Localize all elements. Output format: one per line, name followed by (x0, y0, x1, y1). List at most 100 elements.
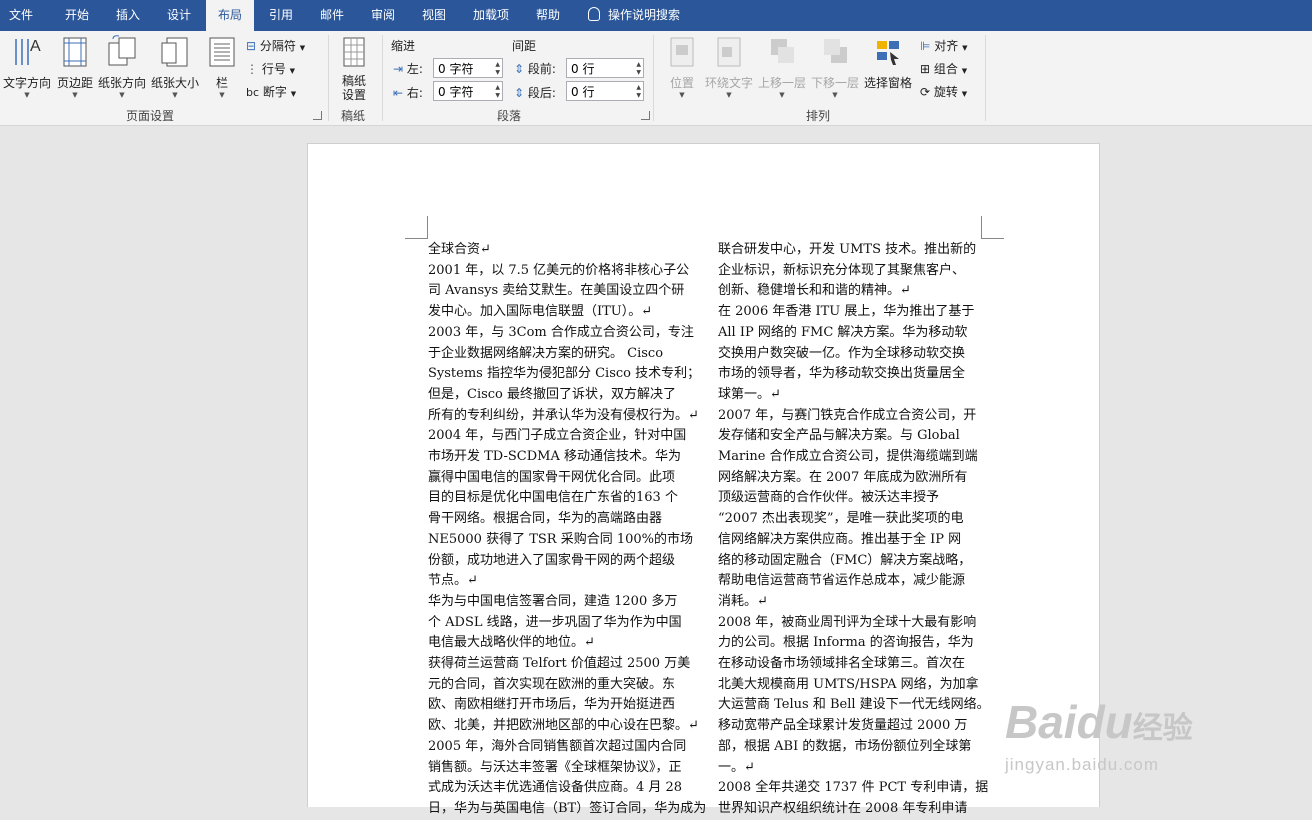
text-line: 2008 年，被商业周刊评为全球十大最有影响 (718, 614, 977, 630)
position-icon (670, 37, 694, 67)
spin-down-icon[interactable]: ▼ (495, 70, 500, 76)
tab-help[interactable]: 帮助 (524, 0, 572, 31)
group-icon: ⊞ (920, 62, 931, 76)
tab-review[interactable]: 审阅 (359, 0, 407, 31)
orientation-button[interactable]: 纸张方向 ▼ (97, 35, 147, 99)
send-backward-icon (824, 39, 847, 63)
spin-up-icon[interactable]: ▲ (636, 62, 641, 68)
text-line: 顶级运营商的合作伙伴。被沃达丰授予 (718, 490, 940, 506)
text-line: Systems 指控华为侵犯部分 Cisco 技术专利； (428, 366, 701, 382)
indent-left-icon: ⇥ (393, 62, 404, 76)
columns-button[interactable]: 栏 ▼ (206, 35, 238, 99)
text-line: 2007 年，与赛门铁克合作成立合资公司，开 (718, 407, 977, 423)
text-line: 部，根据 ABI 的数据，市场份额位列全球第 (718, 738, 972, 754)
wrap-text-button[interactable]: 环绕文字 ▼ (704, 35, 754, 99)
text-line: 销售额。与沃达丰签署《全球框架协议》，正 (428, 759, 682, 775)
paper-size-icon (161, 37, 188, 67)
indent-left-spinner[interactable]: 0 字符 ▲ ▼ (433, 58, 503, 78)
text-line: 份额，成功地进入了国家骨干网的两个超级 (428, 552, 676, 568)
tab-view[interactable]: 视图 (410, 0, 458, 31)
text-line: 全球合资↵ (428, 242, 491, 257)
spacing-after-label: ⇕ 段后: (514, 86, 556, 100)
ribbon-layout: A 文字方向 ▼ 页边距 ▼ 纸张方向 ▼ 纸张大小 ▼ 栏 ▼ ⊟ 分隔符 ▼ ⋮ 行号… (0, 31, 1312, 126)
spacing-title: 间距 (512, 39, 537, 53)
chevron-down-icon: ▼ (779, 91, 785, 99)
send-backward-button[interactable]: 下移一层 ▼ (810, 35, 860, 99)
text-line: 在 2006 年香港 ITU 展上，华为推出了基于 (718, 304, 975, 320)
text-line: “2007 杰出表现奖”，是唯一获此奖项的电 (718, 511, 964, 527)
tab-addins[interactable]: 加载项 (462, 0, 520, 31)
document-page[interactable]: 全球合资↵ 2001 年，以 7.5 亿美元的价格将非核心子公司 Avansys … (307, 143, 1100, 816)
orientation-icon (108, 35, 136, 66)
size-button[interactable]: 纸张大小 ▼ (150, 35, 200, 99)
text-column-left[interactable]: 全球合资↵ 2001 年，以 7.5 亿美元的价格将非核心子公司 Avansys … (428, 240, 706, 820)
text-line: 2004 年，与西门子成立合资企业，针对中国 (428, 428, 687, 444)
tab-design[interactable]: 设计 (155, 0, 203, 31)
text-line: 联合研发中心，开发 UMTS 技术。推出新的 (718, 242, 977, 257)
margins-icon (63, 37, 87, 67)
text-column-right[interactable]: 联合研发中心，开发 UMTS 技术。推出新的 企业标识，新标识充分体现了其聚焦客户… (718, 240, 990, 820)
spin-down-icon[interactable]: ▼ (495, 93, 500, 99)
page-setup-launcher-icon[interactable] (313, 111, 322, 120)
tab-mailings[interactable]: 邮件 (308, 0, 356, 31)
spacing-after-icon: ⇕ (514, 86, 525, 100)
position-button[interactable]: 位置 ▼ (662, 35, 702, 99)
text-direction-button[interactable]: A 文字方向 ▼ (2, 35, 52, 99)
text-line: 球第一。↵ (718, 386, 781, 402)
indent-right-spinner[interactable]: 0 字符 ▲ ▼ (433, 81, 503, 101)
text-line: 赢得中国电信的国家骨干网优化合同。此项 (428, 469, 676, 485)
text-line: 司 Avansys 卖给艾默生。在美国设立四个研 (428, 283, 685, 299)
spacing-after-spinner[interactable]: 0 行 ▲ ▼ (566, 81, 644, 101)
tab-insert[interactable]: 插入 (104, 0, 152, 31)
align-button[interactable]: ⊫ 对齐 ▼ (920, 37, 968, 54)
margins-button[interactable]: 页边距 ▼ (55, 35, 95, 99)
group-label-manuscript: 稿纸 (341, 109, 366, 123)
text-line: 一。↵ (718, 759, 755, 775)
indent-left-label: ⇥ 左: (393, 62, 423, 76)
text-line: 骨干网络。根据合同，华为的高端路由器 (428, 511, 663, 527)
spin-down-icon[interactable]: ▼ (636, 93, 641, 99)
breaks-button[interactable]: ⊟ 分隔符 ▼ (246, 37, 305, 54)
text-line: 2008 全年共递交 1737 件 PCT 专利申请，据 (718, 780, 989, 796)
tab-file[interactable]: 文件 (0, 0, 42, 31)
wrap-text-icon (717, 37, 741, 67)
align-icon: ⊫ (920, 39, 931, 53)
text-line: 帮助电信运营商节省运作总成本，减少能源 (718, 573, 966, 589)
spacing-before-spinner[interactable]: 0 行 ▲ ▼ (566, 58, 644, 78)
tab-layout[interactable]: 布局 (206, 0, 254, 31)
text-line: 目的目标是优化中国电信在广东省的163 个 (428, 490, 678, 506)
chevron-down-icon: ▼ (119, 91, 125, 99)
text-line: 企业标识，新标识充分体现了其聚焦客户、 (718, 262, 966, 278)
tell-me-search[interactable]: 操作说明搜索 (588, 0, 680, 31)
group-divider (653, 35, 654, 121)
spin-down-icon[interactable]: ▼ (636, 70, 641, 76)
text-line: 交换用户数突破一亿。作为全球移动软交换 (718, 345, 966, 361)
text-line: 欧、南欧相继打开市场后，华为开始挺进西 (428, 697, 676, 713)
bring-forward-button[interactable]: 上移一层 ▼ (757, 35, 807, 99)
tab-references[interactable]: 引用 (257, 0, 305, 31)
text-line: 消耗。↵ (718, 593, 768, 609)
hyphenation-button[interactable]: bc 断字 ▼ (246, 83, 296, 100)
rotate-button[interactable]: ⟳ 旋转 ▼ (920, 83, 967, 100)
text-line: 在移动设备市场领域排名全球第三。首次在 (718, 656, 966, 672)
text-line: 网络解决方案。在 2007 年底成为欧洲所有 (718, 469, 968, 485)
text-line: 获得荷兰运营商 Telfort 价值超过 2500 万美 (428, 656, 691, 672)
manuscript-settings-button[interactable]: 稿纸 设置 (334, 35, 374, 102)
chevron-down-icon: ▼ (24, 91, 30, 99)
manuscript-icon (343, 37, 365, 67)
line-numbers-button[interactable]: ⋮ 行号 ▼ (246, 60, 295, 77)
paragraph-launcher-icon[interactable] (641, 111, 650, 120)
spin-up-icon[interactable]: ▲ (495, 85, 500, 91)
group-objects-button[interactable]: ⊞ 组合 ▼ (920, 60, 967, 77)
breaks-icon: ⊟ (246, 39, 257, 53)
baidu-jingyan-watermark: Baidu经验 jingyan.baidu.com (1005, 696, 1193, 774)
text-line: 络的移动固定融合（FMC）解决方案战略， (718, 552, 972, 568)
spin-up-icon[interactable]: ▲ (495, 62, 500, 68)
tab-home[interactable]: 开始 (52, 0, 102, 31)
spin-up-icon[interactable]: ▲ (636, 85, 641, 91)
chevron-down-icon: ▼ (726, 91, 732, 99)
selection-pane-button[interactable]: 选择窗格 (862, 35, 914, 91)
corner-mark (405, 216, 428, 239)
spacing-before-label: ⇕ 段前: (514, 62, 556, 76)
text-line: 2001 年，以 7.5 亿美元的价格将非核心子公 (428, 262, 690, 278)
